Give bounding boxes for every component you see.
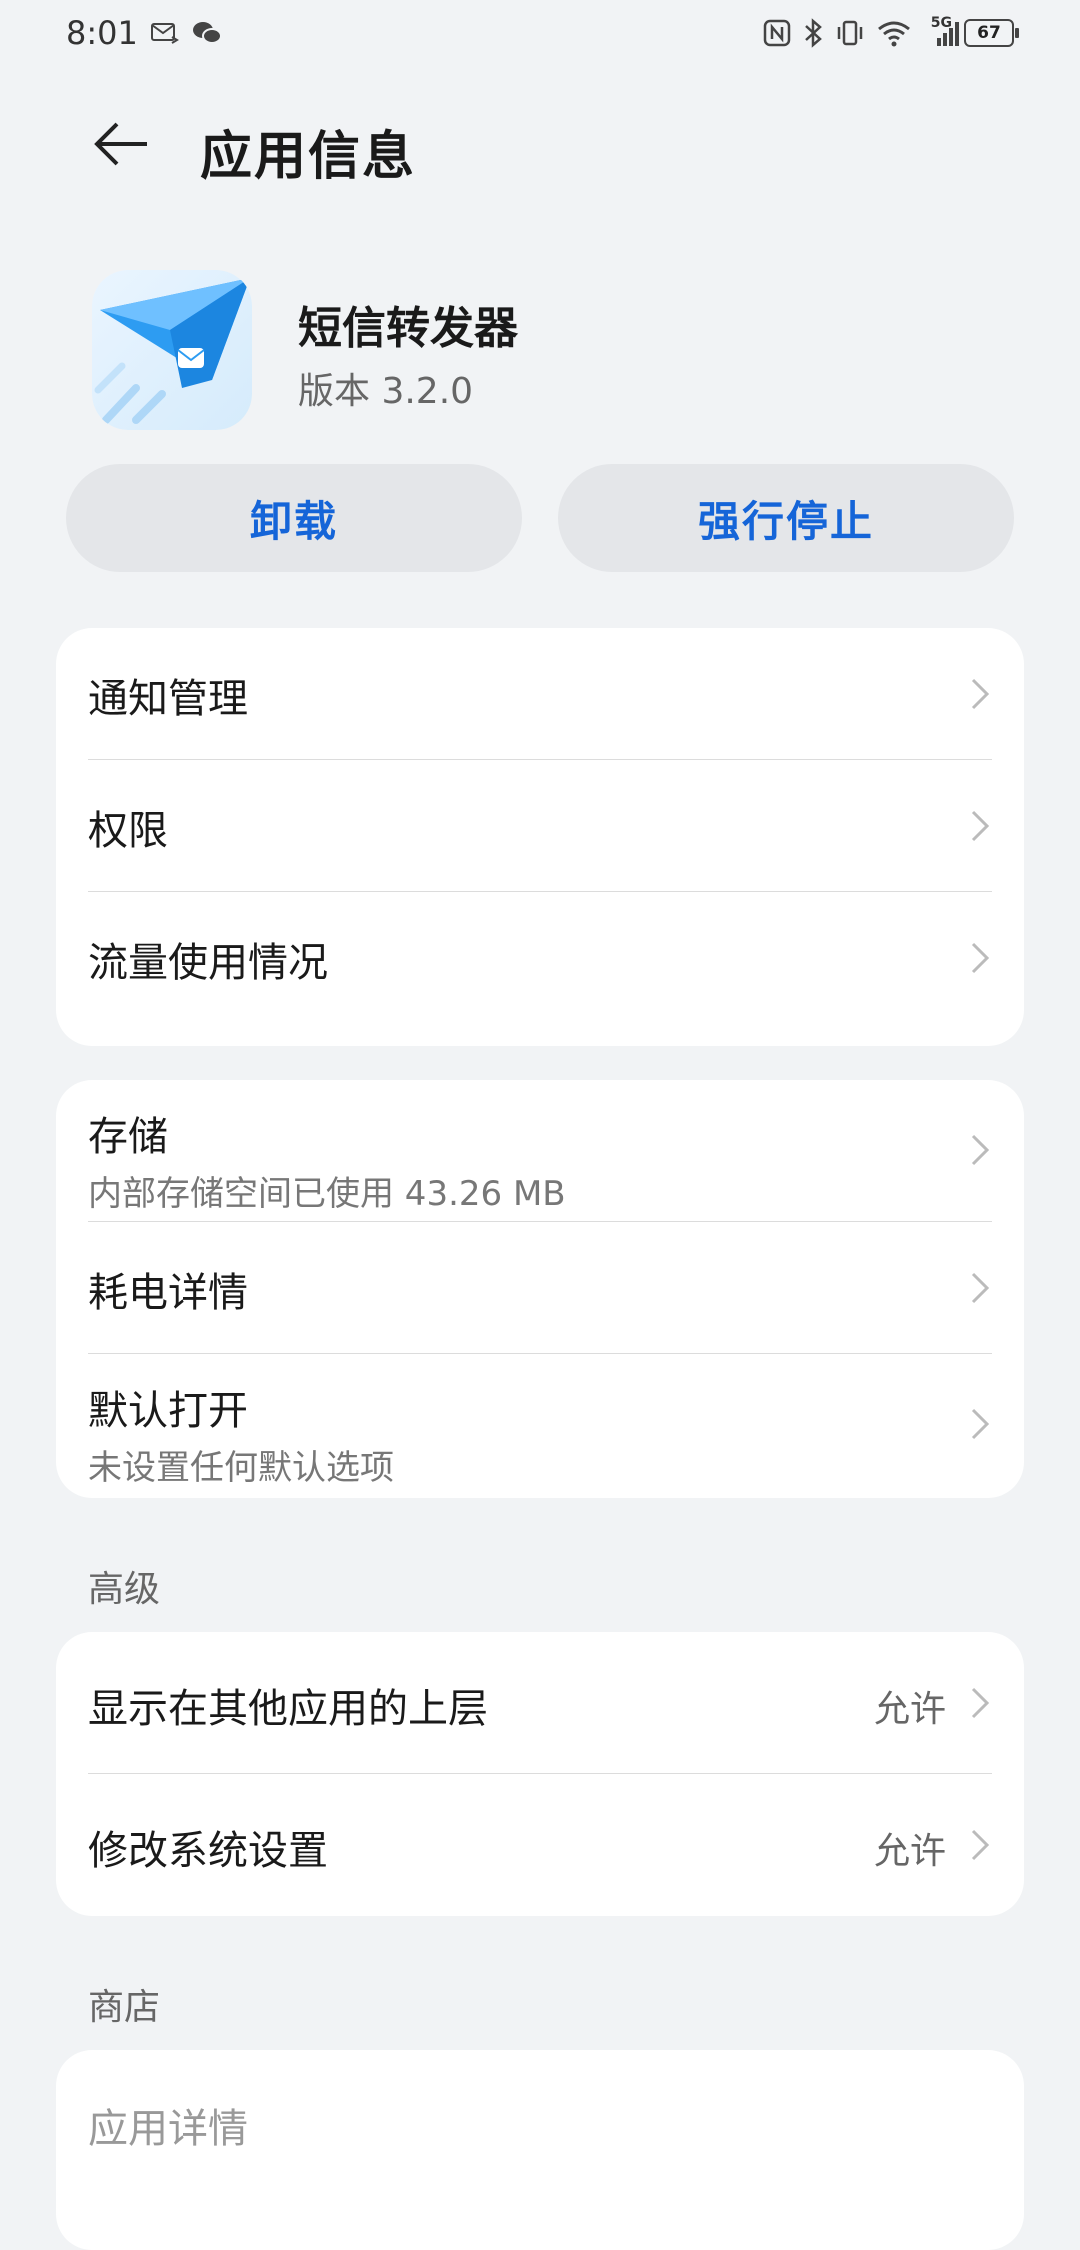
item-label: 流量使用情况 [88, 940, 328, 986]
force-stop-button[interactable]: 强行停止 [558, 464, 1014, 572]
app-version: 版本 3.2.0 [298, 371, 474, 412]
battery-level: 67 [977, 23, 1001, 43]
item-label: 应用详情 [88, 2106, 248, 2152]
app-details-item[interactable]: 应用详情 [56, 2050, 1024, 2192]
item-label: 修改系统设置 [88, 1828, 328, 1874]
battery-usage-item[interactable]: 耗电详情 [56, 1222, 1024, 1354]
item-label: 存储 [88, 1114, 168, 1160]
battery-icon: 67 [964, 19, 1019, 47]
item-subtitle: 内部存储空间已使用 43.26 MB [88, 1174, 566, 1214]
app-name: 短信转发器 [298, 303, 518, 354]
store-group: 应用详情 [56, 2050, 1024, 2250]
item-label: 通知管理 [88, 676, 248, 722]
item-label: 权限 [88, 808, 168, 854]
display-over-other-apps-item[interactable]: 显示在其他应用的上层 允许 [56, 1632, 1024, 1774]
wifi-icon [877, 19, 911, 47]
open-by-default-item[interactable]: 默认打开 未设置任何默认选项 [56, 1354, 1024, 1496]
chevron-right-icon [971, 1134, 990, 1166]
data-usage-item[interactable]: 流量使用情况 [56, 892, 1024, 1024]
uninstall-button[interactable]: 卸载 [66, 464, 522, 572]
bluetooth-icon [803, 18, 823, 48]
status-time: 8:01 [66, 14, 138, 52]
paper-plane-icon [92, 270, 252, 430]
status-bar: 8:01 5G 67 [0, 0, 1080, 66]
page-title: 应用信息 [200, 127, 417, 187]
notification-management-item[interactable]: 通知管理 [56, 628, 1024, 760]
vibrate-icon [835, 19, 865, 47]
back-arrow-icon [94, 122, 147, 166]
settings-group-1: 通知管理 权限 流量使用情况 [56, 628, 1024, 1046]
section-title-store: 商店 [88, 1987, 161, 2028]
chevron-right-icon [971, 1272, 990, 1304]
chevron-right-icon [971, 1408, 990, 1440]
item-subtitle: 未设置任何默认选项 [88, 1448, 394, 1488]
network-label: 5G [930, 15, 952, 31]
back-button[interactable] [86, 114, 156, 174]
item-value: 允许 [873, 1831, 946, 1872]
chevron-right-icon [971, 810, 990, 842]
chevron-right-icon [971, 678, 990, 710]
nfc-icon [763, 19, 791, 47]
chevron-right-icon [971, 1829, 990, 1861]
header: 应用信息 [0, 100, 1080, 190]
wechat-icon [192, 20, 222, 46]
item-label: 显示在其他应用的上层 [88, 1686, 488, 1732]
modify-system-settings-item[interactable]: 修改系统设置 允许 [56, 1774, 1024, 1916]
storage-item[interactable]: 存储 内部存储空间已使用 43.26 MB [56, 1080, 1024, 1222]
chevron-right-icon [971, 1687, 990, 1719]
mail-icon [150, 21, 180, 45]
item-value: 允许 [873, 1689, 946, 1730]
advanced-group: 显示在其他应用的上层 允许 修改系统设置 允许 [56, 1632, 1024, 1916]
chevron-right-icon [971, 942, 990, 974]
settings-group-2: 存储 内部存储空间已使用 43.26 MB 耗电详情 默认打开 未设置任何默认选… [56, 1080, 1024, 1498]
permissions-item[interactable]: 权限 [56, 760, 1024, 892]
item-label: 默认打开 [88, 1388, 248, 1434]
item-label: 耗电详情 [88, 1270, 248, 1316]
section-title-advanced: 高级 [88, 1569, 161, 1610]
